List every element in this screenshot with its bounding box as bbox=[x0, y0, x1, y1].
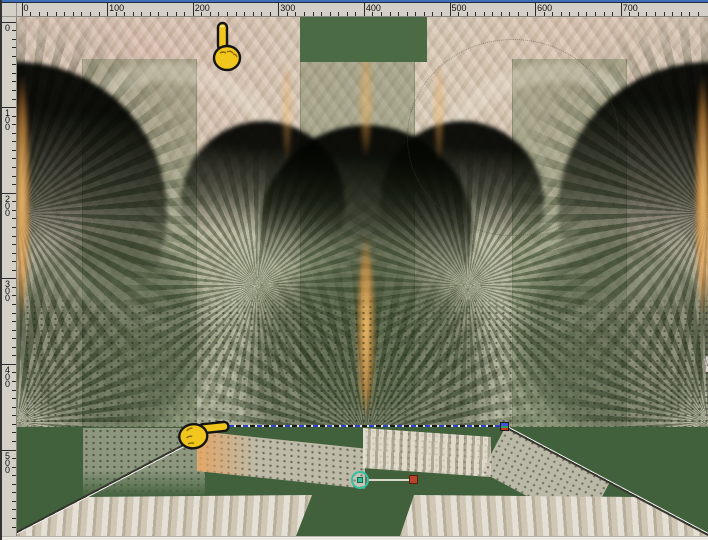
image-canvas[interactable]: Pinuccia www.maidiregrafica.eu bbox=[17, 17, 708, 536]
selection-marquee-top-edge bbox=[222, 425, 506, 427]
art-solid-green-rect bbox=[300, 17, 427, 62]
pick-tool-rotation-handle[interactable] bbox=[409, 475, 418, 484]
canvas-bottom-edge bbox=[2, 536, 708, 540]
art-dither-dots-overlay bbox=[24, 292, 708, 427]
pointing-hand-right-icon bbox=[178, 420, 230, 450]
vertical-ruler[interactable]: 01 0 02 0 03 0 04 0 05 0 0 bbox=[2, 17, 17, 536]
pick-tool-rotation-arm bbox=[369, 479, 411, 481]
horizontal-ruler[interactable]: 0 100 200 300 400 500 600 700 bbox=[17, 3, 708, 17]
pointing-hand-up-icon bbox=[212, 21, 242, 72]
watermark-site: www.maidiregrafica.eu bbox=[704, 354, 708, 368]
perspective-corner-handle-right[interactable] bbox=[500, 422, 509, 431]
selection-remnant-dotted-circle bbox=[407, 39, 619, 236]
art-orange-streak bbox=[280, 47, 294, 177]
pick-tool-pivot-center bbox=[357, 477, 363, 483]
ruler-corner-box bbox=[2, 3, 17, 17]
